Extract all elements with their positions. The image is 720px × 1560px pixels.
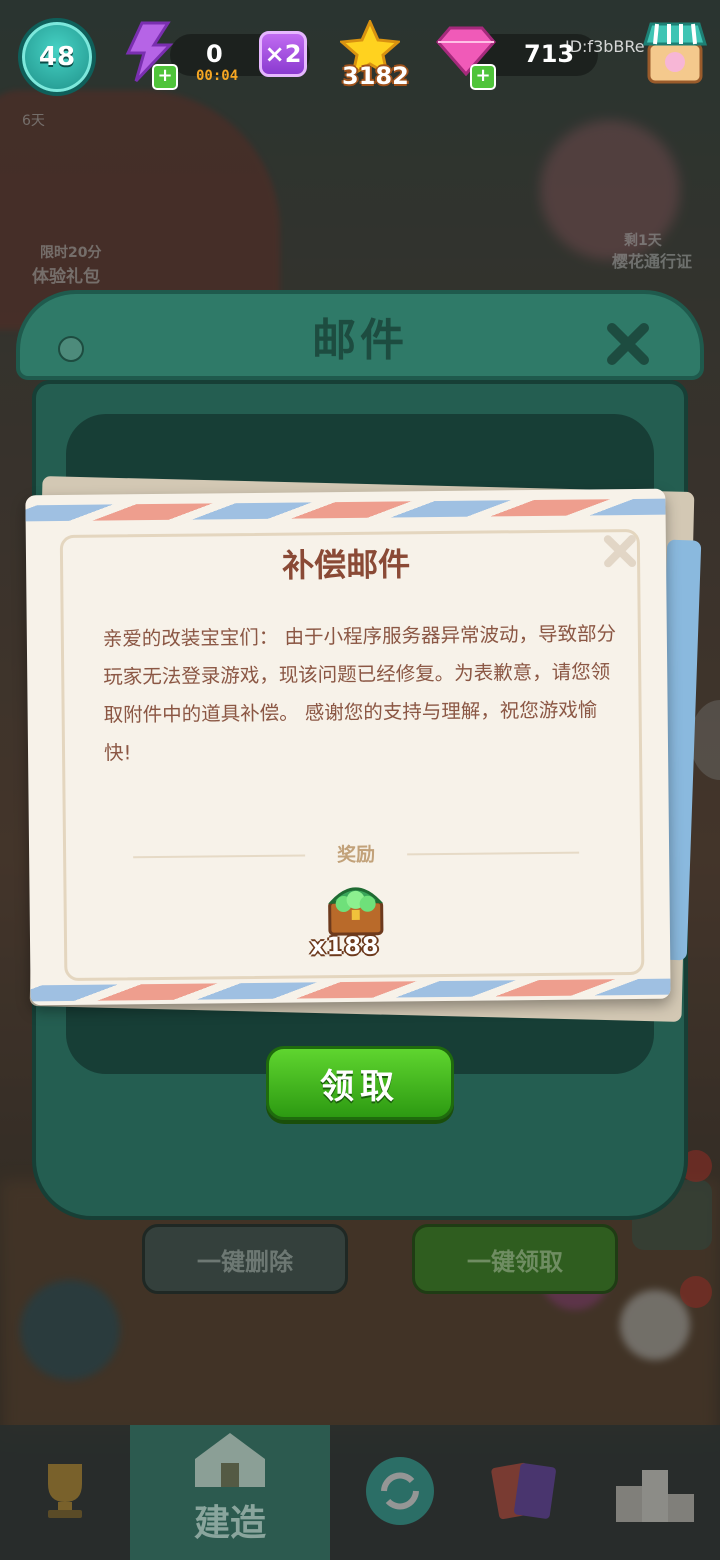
nav-build[interactable]: 建造 <box>130 1425 330 1560</box>
nav-cards[interactable] <box>470 1425 580 1560</box>
airmail-stripes-bottom <box>30 978 671 1002</box>
add-gems-button[interactable]: + <box>470 64 496 90</box>
build-house-icon <box>185 1429 275 1493</box>
compensation-letter: 补偿邮件 亲爱的改装宝宝们： 由于小程序服务器异常波动，导致部分玩家无法登录游戏… <box>25 488 671 1006</box>
user-id: ID:f3bBRe <box>565 37 645 56</box>
top-resource-bar: 48 + 0 00:04 ×2 3182 + 713 ID:f3bBRe <box>0 0 720 100</box>
shop-icon[interactable] <box>642 20 708 86</box>
mail-title: 邮件 <box>312 315 408 366</box>
add-energy-button[interactable]: + <box>152 64 178 90</box>
letter-title: 补偿邮件 <box>281 545 411 585</box>
reward-count: x188 <box>309 931 380 961</box>
nav-trophy[interactable] <box>0 1425 130 1560</box>
treasure-chest-icon <box>323 880 388 939</box>
airmail-stripes-top <box>25 498 666 522</box>
close-icon[interactable] <box>604 320 652 368</box>
double-multiplier-button[interactable]: ×2 <box>259 31 307 77</box>
build-label: 建造 <box>193 1503 266 1544</box>
letter-body: 亲爱的改装宝宝们： 由于小程序服务器异常波动，导致部分玩家无法登录游戏，现该问题… <box>102 622 617 765</box>
star-count: 3182 <box>342 62 409 90</box>
bottom-nav: 建造 <box>0 1425 720 1560</box>
level-badge[interactable]: 48 <box>18 18 96 96</box>
mail-header: 邮件 <box>16 290 704 380</box>
reward-divider: 奖励 <box>133 838 580 873</box>
claim-button[interactable]: 领取 <box>266 1046 454 1120</box>
level-number: 48 <box>38 42 76 72</box>
letter-close-icon[interactable] <box>602 533 638 569</box>
energy-timer: 00:04 <box>196 68 239 84</box>
nav-refresh[interactable] <box>340 1425 460 1560</box>
nav-leaderboard[interactable] <box>590 1425 720 1560</box>
delete-all-button[interactable]: 一键删除 <box>142 1224 348 1294</box>
cards-icon <box>485 1451 565 1535</box>
leaderboard-podium-icon <box>610 1456 700 1530</box>
trophy-icon <box>30 1456 100 1530</box>
energy-value: 0 <box>206 40 223 68</box>
refresh-icon <box>360 1451 440 1535</box>
claim-all-button[interactable]: 一键领取 <box>412 1224 618 1294</box>
